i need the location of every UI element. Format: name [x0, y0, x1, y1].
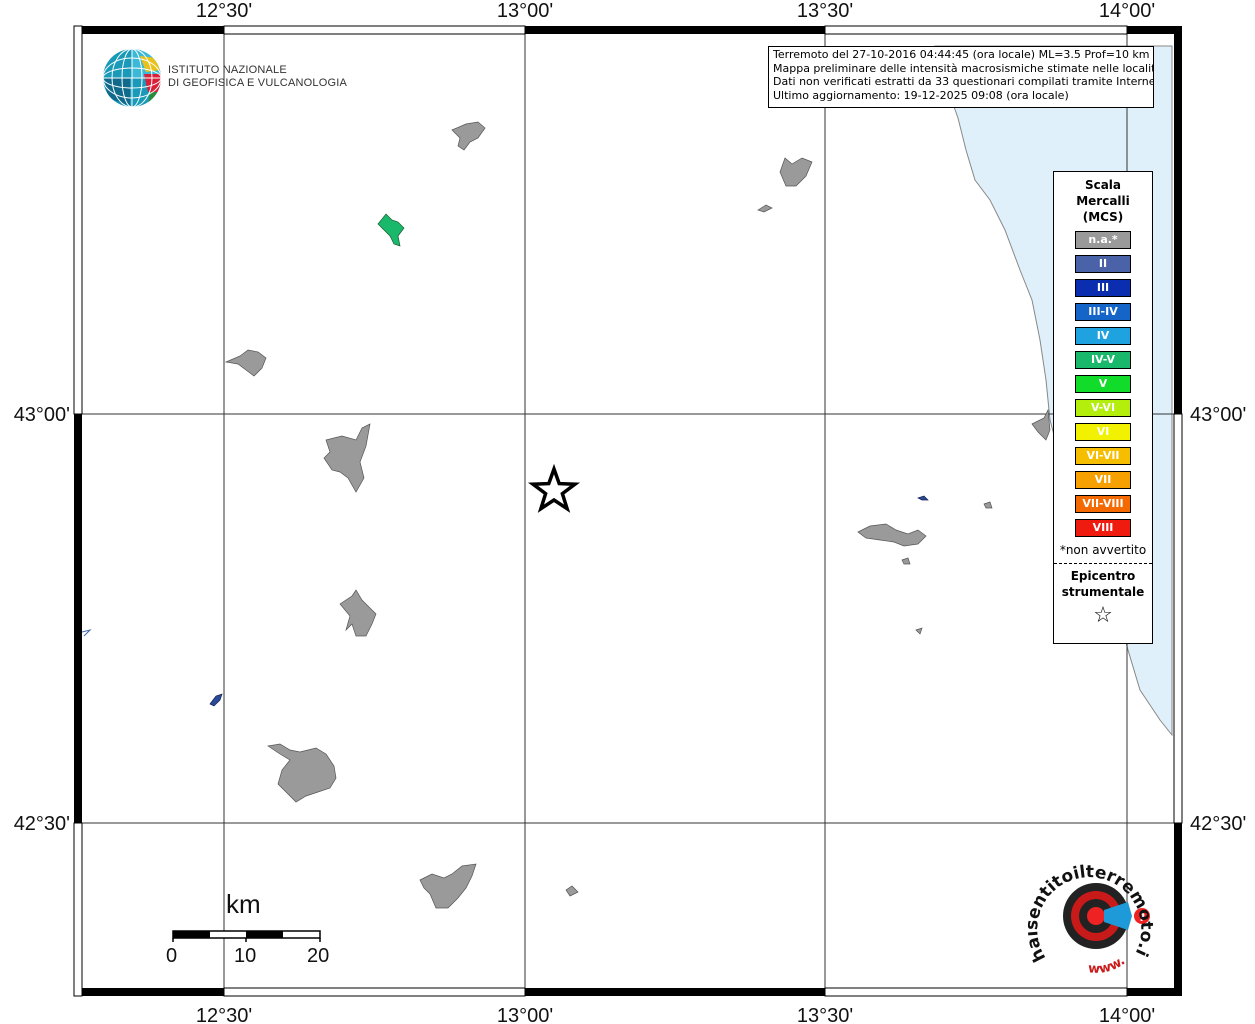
globe-icon	[103, 49, 161, 107]
municipality-area-ii	[917, 495, 929, 501]
lon-label-bottom-2: 13°00'	[497, 1005, 553, 1024]
legend-epicenter-line2: strumentale	[1061, 585, 1145, 599]
legend-item-mcs: III-IV	[1075, 303, 1131, 321]
municipality-area	[323, 423, 371, 493]
lat-label-right-2: 42°30'	[1190, 813, 1246, 835]
legend-item-mcs: n.a.*	[1075, 231, 1131, 249]
lon-label-top-4: 14°00'	[1099, 0, 1155, 22]
lon-label-top-2: 13°00'	[497, 0, 553, 22]
legend-item-mcs: IV	[1075, 327, 1131, 345]
legend-title: Scala Mercalli (MCS)	[1054, 177, 1152, 225]
municipality-area	[451, 121, 486, 151]
municipality-area	[983, 501, 993, 509]
municipality-areas	[224, 121, 1051, 909]
legend-item-mcs: III	[1075, 279, 1131, 297]
star-icon: ☆	[1093, 603, 1113, 628]
event-info-line3: Dati non verificati estratti da 33 quest…	[773, 75, 1154, 88]
ingv-name: ISTITUTO NAZIONALE DI GEOFISICA E VULCAN…	[168, 64, 347, 90]
legend-item-mcs: II	[1075, 255, 1131, 273]
municipality-area	[224, 349, 267, 377]
scale-label-0: 0	[166, 945, 178, 967]
municipality-area	[779, 157, 813, 187]
legend-epicenter-label: Epicentro strumentale	[1054, 568, 1152, 600]
event-info-line1: Terremoto del 27-10-2016 04:44:45 (ora l…	[773, 48, 1150, 61]
legend-item-mcs: VII	[1075, 471, 1131, 489]
event-info-box: Terremoto del 27-10-2016 04:44:45 (ora l…	[768, 46, 1154, 108]
lon-label-bottom-1: 12°30'	[196, 1005, 252, 1024]
legend-item-mcs: V	[1075, 375, 1131, 393]
lon-label-bottom-3: 13°30'	[797, 1005, 853, 1024]
legend-title-line2: Mercalli	[1076, 194, 1130, 208]
haisentito-logo-icon: ? haisentitoilterremoto.it www.	[1022, 845, 1156, 978]
scale-label-20: 20	[307, 945, 330, 967]
legend-note: *non avvertito	[1059, 543, 1147, 557]
legend-title-line3: (MCS)	[1082, 210, 1124, 224]
scale-unit: km	[226, 889, 261, 919]
coast-detail	[81, 629, 92, 637]
lat-label-left-2: 42°30'	[14, 813, 70, 835]
legend-title-line1: Scala	[1084, 178, 1122, 192]
municipality-area	[267, 743, 337, 803]
lon-label-top-1: 12°30'	[196, 0, 252, 22]
event-info-line4: Ultimo aggiornamento: 19-12-2025 09:08 (…	[773, 88, 1069, 102]
legend-item-mcs: VI-VII	[1075, 447, 1131, 465]
lat-label-right-1: 43°00'	[1190, 404, 1246, 426]
haisentito-logo: ? haisentitoilterremoto.it www.	[1022, 845, 1168, 985]
municipality-area-ii	[209, 693, 223, 707]
lon-label-top-3: 13°30'	[797, 0, 853, 22]
municipality-area	[339, 589, 377, 637]
haisentito-brand-prefix: www.	[1088, 954, 1128, 978]
legend-item-mcs: VI	[1075, 423, 1131, 441]
legend-item-mcs: VII-VIII	[1075, 495, 1131, 513]
municipality-area-iv-v	[377, 213, 405, 247]
legend-item-mcs: VIII	[1075, 519, 1131, 537]
scale-bar	[172, 930, 321, 942]
legend-item-mcs: V-VI	[1075, 399, 1131, 417]
legend-divider	[1054, 563, 1152, 564]
municipality-area	[901, 557, 911, 565]
lat-label-left-1: 43°00'	[14, 404, 70, 426]
mcs-legend: Scala Mercalli (MCS) n.a.* II III III-IV IV I…	[1053, 171, 1153, 644]
municipality-area	[757, 204, 773, 213]
municipality-area	[915, 627, 923, 635]
ingv-name-line2: DI GEOFISICA E VULCANOLOGIA	[168, 77, 347, 89]
legend-items: n.a.* II III III-IV IV IV-V V V-VI VI VI-VII VII VI…	[1054, 231, 1152, 537]
municipality-area	[565, 885, 579, 897]
legend-epicenter-line1: Epicentro	[1070, 569, 1136, 583]
municipality-area	[419, 863, 477, 909]
epicenter-star	[527, 463, 581, 513]
lon-label-bottom-4: 14°00'	[1099, 1005, 1155, 1024]
scale-label-10: 10	[234, 945, 257, 967]
legend-item-mcs: IV-V	[1075, 351, 1131, 369]
ingv-name-line1: ISTITUTO NAZIONALE	[168, 64, 287, 76]
event-info-line2: Mappa preliminare delle intensità macros…	[773, 61, 1154, 75]
municipality-area	[857, 523, 927, 547]
